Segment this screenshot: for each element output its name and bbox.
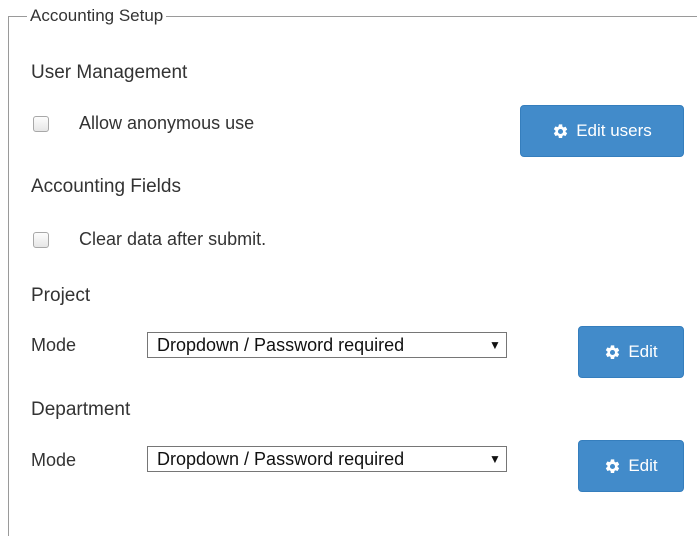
user-management-heading: User Management <box>31 62 188 83</box>
dropdown-arrow-icon: ▼ <box>489 452 501 466</box>
department-mode-value: Dropdown / Password required <box>157 448 405 469</box>
allow-anonymous-row: Allow anonymous use <box>33 113 254 134</box>
accounting-fields-heading: Accounting Fields <box>31 176 181 197</box>
department-edit-label: Edit <box>628 456 658 475</box>
gear-icon <box>604 344 621 361</box>
department-edit-button[interactable]: Edit <box>578 440 684 492</box>
project-mode-select[interactable]: Dropdown / Password required ▼ <box>147 332 507 358</box>
clear-data-checkbox[interactable] <box>33 231 49 248</box>
department-mode-label: Mode <box>31 450 77 470</box>
dropdown-arrow-icon: ▼ <box>489 338 501 352</box>
allow-anonymous-label: Allow anonymous use <box>79 113 255 133</box>
department-mode-select[interactable]: Dropdown / Password required ▼ <box>147 446 507 472</box>
department-heading: Department <box>31 399 131 420</box>
clear-data-row: Clear data after submit. <box>33 229 266 250</box>
gear-icon <box>604 458 621 475</box>
accounting-setup-legend: Accounting Setup <box>27 5 167 27</box>
edit-users-button[interactable]: Edit users <box>520 105 684 157</box>
clear-data-label: Clear data after submit. <box>79 229 267 249</box>
edit-users-label: Edit users <box>576 121 652 140</box>
allow-anonymous-checkbox[interactable] <box>33 115 49 132</box>
project-edit-button[interactable]: Edit <box>578 326 684 378</box>
project-heading: Project <box>31 285 91 306</box>
project-mode-label: Mode <box>31 335 77 355</box>
project-mode-value: Dropdown / Password required <box>157 334 405 355</box>
gear-icon <box>552 123 569 140</box>
project-edit-label: Edit <box>628 342 658 361</box>
